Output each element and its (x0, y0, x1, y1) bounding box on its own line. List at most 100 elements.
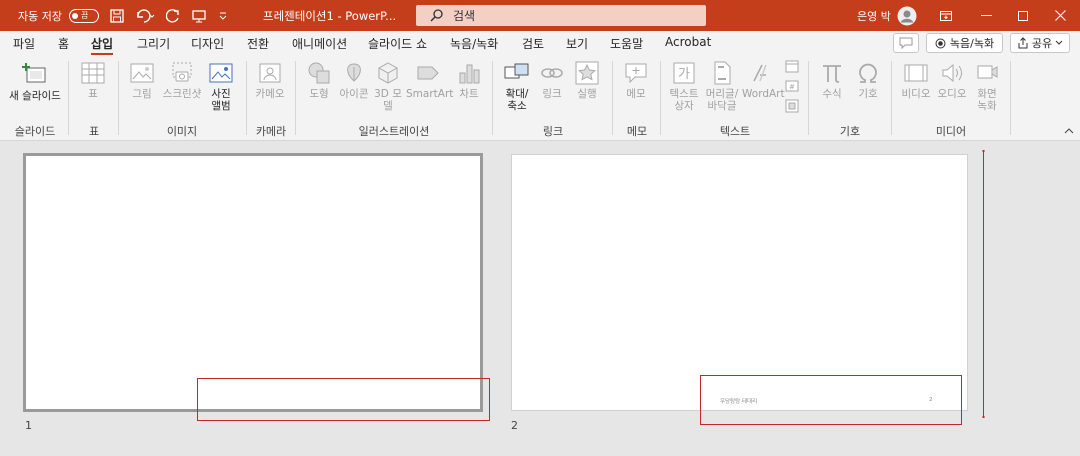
maximize-button[interactable] (1003, 0, 1043, 31)
pi-icon (823, 65, 841, 83)
new-slide-button[interactable]: 새 슬라이드 (8, 61, 62, 102)
object-icon (785, 99, 799, 113)
svg-text:#: # (789, 83, 795, 91)
screenshot-button[interactable]: 스크린샷 (160, 61, 204, 100)
separator (891, 61, 892, 135)
date-time-button[interactable] (784, 59, 800, 76)
new-slide-icon (22, 63, 46, 83)
separator (660, 61, 661, 135)
cameo-button[interactable]: 카메오 (252, 61, 288, 100)
record-button[interactable]: 녹음/녹화 (926, 33, 1003, 53)
link-icon (541, 68, 563, 78)
wordart-button[interactable]: WordArt (742, 61, 785, 100)
ribbon: 새 슬라이드 표 그림 스크린샷 사진 앨범 카메오 도형 아이콘 3D 모델 … (0, 55, 1080, 141)
audio-label: 오디오 (937, 88, 967, 100)
picture-button[interactable]: 그림 (126, 61, 158, 100)
smartart-label: SmartArt (406, 88, 454, 100)
comment-label: 메모 (626, 88, 646, 100)
shapes-button[interactable]: 도형 (302, 61, 336, 100)
tab-recording[interactable]: 녹음/녹화 (450, 35, 498, 52)
3d-model-button[interactable]: 3D 모델 (372, 61, 404, 112)
user-name: 은영 박 (857, 9, 891, 23)
group-label-table: 표 (88, 125, 100, 138)
separator (808, 61, 809, 135)
title-bar: 자동 저장 끔 프레젠테이션1 - PowerP... 검색 은영 박 (0, 0, 1080, 31)
comment-icon (625, 63, 647, 84)
object-button[interactable] (784, 99, 800, 116)
header-footer-button[interactable]: 머리글/ 바닥글 (702, 61, 742, 112)
slide-number-button[interactable]: # (784, 79, 800, 96)
close-button[interactable] (1040, 0, 1080, 31)
separator (1010, 61, 1011, 135)
search-icon (430, 9, 443, 22)
screenshot-icon (172, 62, 192, 82)
tab-design[interactable]: 디자인 (191, 35, 224, 52)
photo-album-button[interactable]: 사진 앨범 (204, 61, 238, 112)
redo-icon[interactable] (166, 0, 180, 31)
autosave-state: 끔 (81, 11, 89, 20)
symbol-button[interactable]: 기호 (852, 61, 884, 100)
document-title: 프레젠테이션1 - PowerP... (263, 8, 397, 23)
present-icon[interactable] (192, 0, 206, 31)
group-label-media: 미디어 (935, 125, 967, 138)
separator (612, 61, 613, 135)
tab-home[interactable]: 홈 (58, 35, 69, 52)
share-button[interactable]: 공유 (1010, 33, 1070, 53)
group-label-links: 링크 (542, 125, 564, 138)
comments-button[interactable] (893, 33, 919, 53)
tab-file[interactable]: 파일 (13, 35, 35, 52)
tab-help[interactable]: 도움말 (610, 35, 643, 52)
tab-draw[interactable]: 그리기 (137, 35, 170, 52)
zoom-button[interactable]: 확대/ 축소 (500, 61, 534, 112)
textbox-button[interactable]: 가 텍스트 상자 (666, 61, 702, 112)
chart-button[interactable]: 차트 (454, 61, 484, 100)
group-label-slides: 슬라이드 (14, 125, 56, 138)
wordart-label: WordArt (742, 88, 785, 100)
group-label-comments: 메모 (626, 125, 648, 138)
tab-review[interactable]: 검토 (522, 35, 544, 52)
icons-button[interactable]: 아이콘 (336, 61, 372, 100)
tab-view[interactable]: 보기 (566, 35, 588, 52)
highlight-box-slide-1 (197, 378, 490, 421)
link-button[interactable]: 링크 (536, 61, 568, 100)
chart-icon (459, 64, 480, 84)
avatar[interactable] (897, 0, 917, 31)
search-box[interactable]: 검색 (416, 5, 706, 26)
action-button[interactable]: 실행 (570, 61, 604, 100)
icons-label: 아이콘 (339, 88, 369, 100)
group-label-text: 텍스트 (719, 125, 751, 138)
comment-icon (899, 37, 913, 49)
screen-recording-icon (977, 65, 998, 79)
tab-animations[interactable]: 애니메이션 (292, 35, 347, 52)
equation-button[interactable]: 수식 (816, 61, 848, 100)
slide-thumbnail-2[interactable]: 우당탕탕 테대리 2 (511, 154, 968, 411)
minimize-button[interactable] (966, 0, 1006, 31)
share-label: 공유 (1031, 37, 1053, 50)
tab-transitions[interactable]: 전환 (247, 35, 269, 52)
tab-slideshow[interactable]: 슬라이드 쇼 (368, 35, 427, 52)
undo-icon[interactable] (135, 0, 155, 31)
table-label: 표 (88, 88, 98, 100)
customize-qat-icon[interactable] (218, 0, 228, 31)
textbox-icon: 가 (673, 62, 695, 84)
audio-button[interactable]: 오디오 (934, 61, 970, 100)
omega-icon (859, 63, 877, 83)
screen-recording-button[interactable]: 화면 녹화 (970, 61, 1004, 112)
collapse-ribbon-icon[interactable] (1064, 125, 1074, 138)
screenshot-label: 스크린샷 (162, 88, 202, 100)
save-icon[interactable] (110, 0, 124, 31)
ribbon-display-options-icon[interactable] (926, 0, 966, 31)
search-placeholder: 검색 (453, 9, 476, 23)
photo-album-icon (209, 63, 233, 83)
tab-acrobat[interactable]: Acrobat (665, 35, 711, 49)
tab-insert[interactable]: 삽입 (91, 35, 114, 56)
slide-thumbnail-1[interactable] (23, 153, 483, 412)
autosave-toggle[interactable]: 끔 (69, 0, 99, 31)
symbol-label: 기호 (858, 88, 878, 100)
separator (68, 61, 69, 135)
video-button[interactable]: 비디오 (898, 61, 934, 100)
table-button[interactable]: 표 (76, 61, 110, 100)
comment-button[interactable]: 메모 (620, 61, 652, 100)
group-label-images: 이미지 (166, 125, 198, 138)
smartart-button[interactable]: SmartArt (406, 61, 454, 100)
